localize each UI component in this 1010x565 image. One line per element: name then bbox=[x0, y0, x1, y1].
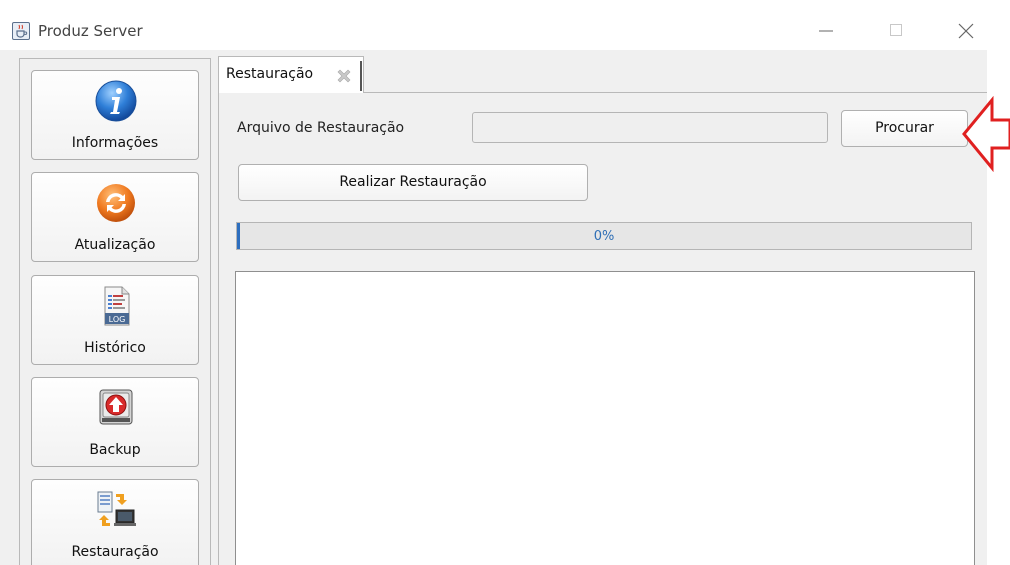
log-file-icon: LOG bbox=[94, 284, 138, 328]
tab-restauracao[interactable]: Restauração bbox=[218, 56, 364, 93]
info-icon bbox=[94, 79, 138, 123]
restore-file-field[interactable] bbox=[472, 112, 828, 143]
restore-progress-bar: 0% bbox=[236, 222, 972, 250]
sidebar-item-label: Backup bbox=[89, 442, 141, 458]
maximize-icon bbox=[890, 24, 902, 36]
tab-label: Restauração bbox=[226, 66, 314, 82]
restore-icon bbox=[94, 488, 138, 532]
sidebar-item-label: Histórico bbox=[84, 340, 146, 356]
sidebar-item-atualizacao[interactable]: Atualização bbox=[31, 172, 199, 262]
annotation-arrow-icon bbox=[960, 95, 1010, 173]
browse-button[interactable]: Procurar bbox=[841, 110, 968, 147]
tab-close-icon[interactable] bbox=[335, 67, 353, 85]
restore-file-label: Arquivo de Restauração bbox=[237, 120, 405, 136]
restore-log-area[interactable] bbox=[235, 271, 975, 565]
app-window: Produz Server Informações Atualização LO… bbox=[0, 0, 987, 565]
sidebar-item-label: Restauração bbox=[71, 544, 159, 560]
sidebar-item-restauracao[interactable]: Restauração bbox=[31, 479, 199, 565]
sidebar-item-label: Informações bbox=[71, 135, 159, 151]
minimize-button[interactable] bbox=[806, 14, 846, 44]
sidebar-item-backup[interactable]: Backup bbox=[31, 377, 199, 467]
sidebar: Informações Atualização LOG Histórico Ba… bbox=[19, 58, 211, 565]
progress-text: 0% bbox=[593, 229, 615, 244]
run-restore-button[interactable]: Realizar Restauração bbox=[238, 164, 588, 201]
sidebar-item-informacoes[interactable]: Informações bbox=[31, 70, 199, 160]
tab-separator bbox=[360, 61, 362, 91]
maximize-button[interactable] bbox=[876, 14, 916, 44]
minimize-icon bbox=[819, 30, 833, 32]
title-bar: Produz Server bbox=[0, 0, 987, 50]
svg-text:LOG: LOG bbox=[109, 315, 126, 324]
java-cup-icon bbox=[12, 22, 30, 40]
sidebar-item-historico[interactable]: LOG Histórico bbox=[31, 275, 199, 365]
refresh-icon bbox=[94, 181, 138, 225]
sidebar-item-label: Atualização bbox=[74, 237, 156, 253]
backup-drive-icon bbox=[94, 386, 138, 430]
close-button[interactable] bbox=[945, 14, 985, 44]
window-title: Produz Server bbox=[38, 22, 143, 40]
close-icon bbox=[958, 23, 974, 39]
